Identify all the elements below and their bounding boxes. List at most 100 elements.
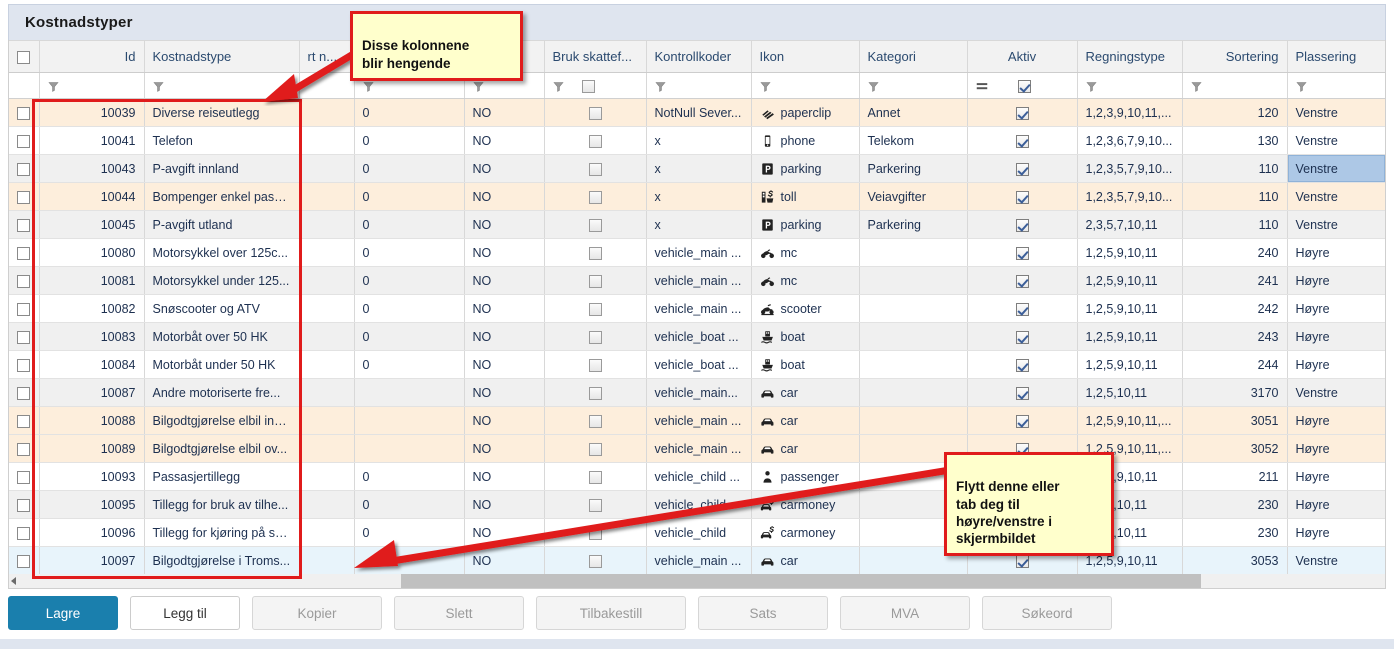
cell-no[interactable]: NO (464, 518, 545, 547)
cell-no[interactable]: NO (464, 266, 545, 295)
cell-no[interactable]: NO (464, 322, 545, 351)
cell-kontroll[interactable]: vehicle_child (646, 518, 752, 547)
filter-cell-plass[interactable] (1287, 72, 1385, 99)
cell-name[interactable]: Snøscooter og ATV (144, 294, 300, 323)
cell-bruk-skattefri[interactable] (544, 462, 647, 491)
cell-ikon[interactable]: car (751, 378, 860, 407)
cell-aktiv[interactable] (967, 322, 1078, 351)
cell-bruk-skattefri[interactable] (544, 210, 647, 239)
row-select-checkbox[interactable] (17, 414, 31, 428)
cell-kortnr[interactable] (299, 322, 355, 351)
bruk-skattefri-checkbox[interactable] (588, 246, 602, 260)
table-row[interactable]: 10080 Motorsykkel over 125c... 0 NO vehicle_… (9, 238, 1385, 267)
cell-ikon[interactable]: mc (751, 238, 860, 267)
cell-kontroll[interactable]: x (646, 126, 752, 155)
cell-kat[interactable]: Annet (859, 98, 968, 127)
filter-funnel-icon[interactable] (47, 81, 59, 92)
row-select-cell[interactable] (9, 294, 40, 323)
cell-kat[interactable] (859, 322, 968, 351)
cell-plass[interactable]: Høyre (1287, 490, 1385, 519)
table-row[interactable]: 10081 Motorsykkel under 125... 0 NO vehicle_… (9, 266, 1385, 295)
bruk-skattefri-checkbox[interactable] (588, 106, 602, 120)
cell-zero[interactable]: 0 (354, 294, 465, 323)
aktiv-checkbox[interactable] (1015, 246, 1029, 260)
row-select-cell[interactable] (9, 154, 40, 183)
cell-kontroll[interactable]: vehicle_main ... (646, 406, 752, 435)
aktiv-checkbox[interactable] (1015, 162, 1029, 176)
bruk-skattefri-checkbox[interactable] (588, 498, 602, 512)
cell-plass[interactable]: Høyre (1287, 294, 1385, 323)
cell-no[interactable]: NO (464, 210, 545, 239)
row-select-cell[interactable] (9, 210, 40, 239)
cell-kontroll[interactable]: x (646, 154, 752, 183)
cell-kontroll[interactable]: vehicle_child ... (646, 462, 752, 491)
cell-regn[interactable]: 1,2,5,10,11 (1077, 378, 1183, 407)
table-row[interactable]: 10043 P-avgift innland 0 NO x parking Parkerin… (9, 154, 1385, 183)
aktiv-checkbox[interactable] (1015, 274, 1029, 288)
cell-zero[interactable]: 0 (354, 126, 465, 155)
cell-kontroll[interactable]: x (646, 210, 752, 239)
column-header-kortnr[interactable]: rt n... (299, 40, 355, 73)
cell-aktiv[interactable] (967, 98, 1078, 127)
cell-zero[interactable]: 0 (354, 210, 465, 239)
cell-no[interactable]: NO (464, 490, 545, 519)
cell-name[interactable]: Telefon (144, 126, 300, 155)
bruk-skattefri-checkbox[interactable] (588, 414, 602, 428)
cell-no[interactable]: NO (464, 406, 545, 435)
cell-ikon[interactable]: car (751, 434, 860, 463)
cell-kontroll[interactable]: vehicle_main ... (646, 266, 752, 295)
table-row[interactable]: 10082 Snøscooter og ATV 0 NO vehicle_main ..… (9, 294, 1385, 323)
cell-kortnr[interactable] (299, 490, 355, 519)
row-select-cell[interactable] (9, 406, 40, 435)
cell-id[interactable]: 10084 (39, 350, 145, 379)
bruk-skattefri-checkbox[interactable] (588, 162, 602, 176)
aktiv-checkbox[interactable] (1015, 218, 1029, 232)
cell-plass[interactable]: Venstre (1287, 98, 1385, 127)
cell-kontroll[interactable]: vehicle_boat ... (646, 322, 752, 351)
cell-sort[interactable]: 120 (1182, 98, 1288, 127)
cell-no[interactable]: NO (464, 462, 545, 491)
column-header-aktiv[interactable]: Aktiv (967, 40, 1078, 73)
table-row[interactable]: 10039 Diverse reiseutlegg 0 NO NotNull Sever… (9, 98, 1385, 127)
button-legg-til[interactable]: Legg til (130, 596, 240, 630)
column-header-regn[interactable]: Regningstype (1077, 40, 1183, 73)
row-select-cell[interactable] (9, 518, 40, 547)
button-lagre[interactable]: Lagre (8, 596, 118, 630)
cell-zero[interactable]: 0 (354, 490, 465, 519)
cell-id[interactable]: 10044 (39, 182, 145, 211)
cell-plass[interactable]: Venstre (1287, 378, 1385, 407)
cell-zero[interactable]: 0 (354, 350, 465, 379)
cell-name[interactable]: Passasjertillegg (144, 462, 300, 491)
cell-name[interactable]: Motorbåt under 50 HK (144, 350, 300, 379)
row-select-checkbox[interactable] (17, 134, 31, 148)
cell-sort[interactable]: 241 (1182, 266, 1288, 295)
cell-sort[interactable]: 3051 (1182, 406, 1288, 435)
filter-funnel-icon[interactable] (552, 81, 564, 92)
cell-no[interactable]: NO (464, 238, 545, 267)
aktiv-checkbox[interactable] (1015, 414, 1029, 428)
row-select-cell[interactable] (9, 434, 40, 463)
cell-name[interactable]: P-avgift utland (144, 210, 300, 239)
cell-zero[interactable]: 0 (354, 266, 465, 295)
cell-id[interactable]: 10082 (39, 294, 145, 323)
row-select-cell[interactable] (9, 350, 40, 379)
cell-sort[interactable]: 230 (1182, 518, 1288, 547)
cell-kortnr[interactable] (299, 546, 355, 574)
cell-aktiv[interactable] (967, 266, 1078, 295)
cell-ikon[interactable]: car (751, 546, 860, 574)
row-select-cell[interactable] (9, 238, 40, 267)
scrollbar-thumb[interactable] (401, 574, 1201, 588)
cell-zero[interactable]: 0 (354, 462, 465, 491)
bruk-skattefri-checkbox[interactable] (588, 302, 602, 316)
filter-funnel-icon[interactable] (1295, 81, 1307, 92)
equals-operator-icon[interactable] (976, 82, 988, 91)
cell-name[interactable]: Motorsykkel over 125c... (144, 238, 300, 267)
cell-kat[interactable] (859, 350, 968, 379)
cell-name[interactable]: P-avgift innland (144, 154, 300, 183)
cell-zero[interactable]: 0 (354, 238, 465, 267)
cell-ikon[interactable]: boat (751, 350, 860, 379)
cell-sort[interactable]: 3052 (1182, 434, 1288, 463)
cell-regn[interactable]: 1,2,3,6,7,9,10... (1077, 126, 1183, 155)
cell-no[interactable]: NO (464, 294, 545, 323)
cell-aktiv[interactable] (967, 238, 1078, 267)
